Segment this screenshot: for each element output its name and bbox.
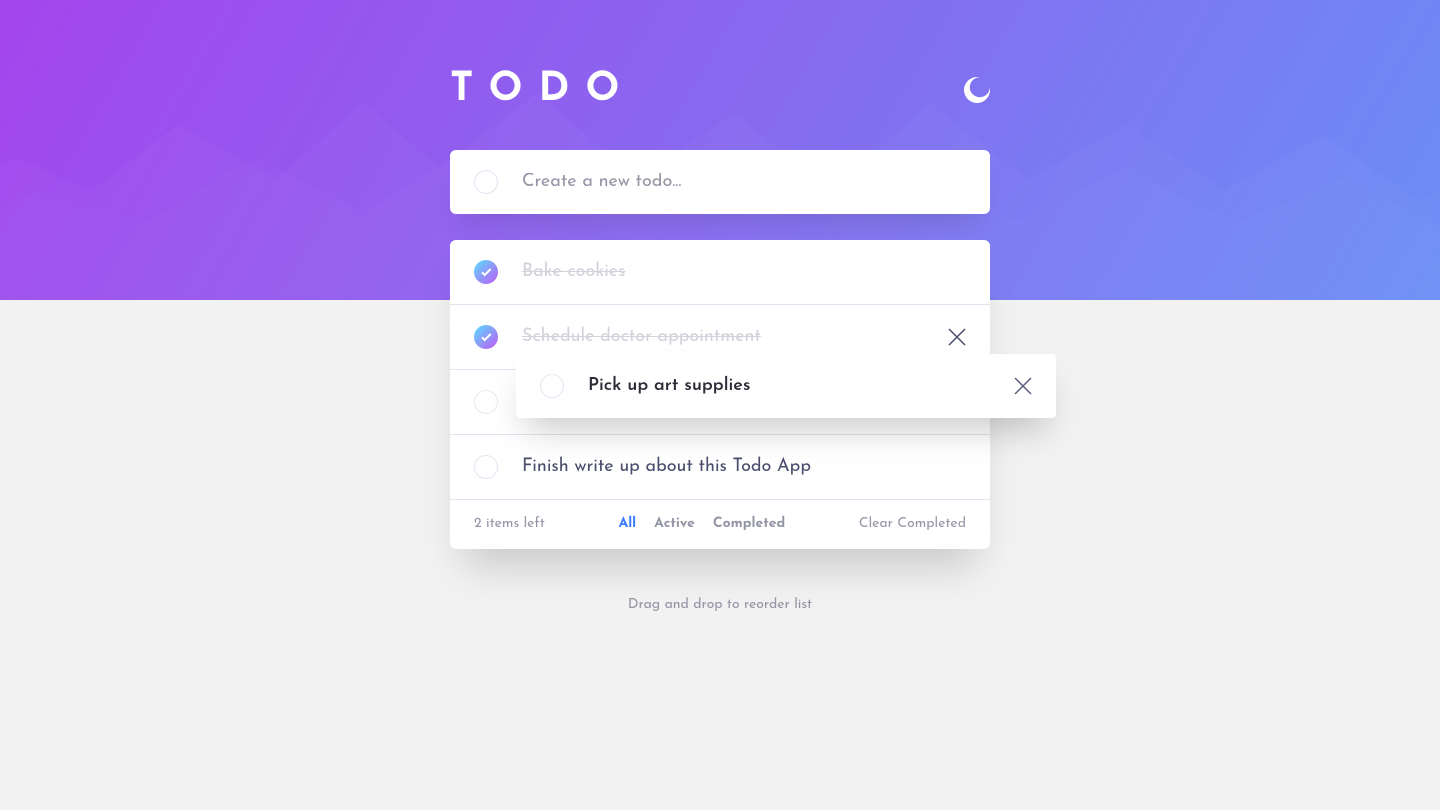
new-todo-input[interactable] (522, 173, 966, 191)
list-footer: 2 items left All Active Completed Clear … (450, 500, 990, 549)
todo-checkbox[interactable] (474, 390, 498, 414)
todo-text: Pick up art supplies (588, 377, 990, 395)
theme-toggle[interactable] (964, 77, 990, 103)
todo-text: Schedule doctor appointment (522, 328, 924, 346)
todo-checkbox[interactable] (540, 374, 564, 398)
todo-item[interactable]: Bake cookies (450, 240, 990, 305)
page-title: TODO (450, 70, 635, 110)
new-todo-circle (474, 170, 498, 194)
filter-group: All Active Completed (545, 516, 859, 531)
clear-completed-button[interactable]: Clear Completed (859, 516, 966, 531)
filter-all[interactable]: All (618, 516, 636, 531)
check-icon (481, 333, 492, 342)
new-todo-input-row[interactable] (450, 150, 990, 214)
close-icon (948, 328, 966, 346)
delete-todo-button[interactable] (1014, 377, 1032, 395)
moon-icon (964, 77, 990, 103)
todo-checkbox[interactable] (474, 455, 498, 479)
items-left-count: 2 items left (474, 516, 545, 531)
todo-item[interactable]: Finish write up about this Todo App (450, 435, 990, 500)
todo-item-dragging[interactable]: Pick up art supplies (516, 354, 1056, 418)
todo-text: Bake cookies (522, 263, 966, 281)
check-icon (481, 268, 492, 277)
filter-completed[interactable]: Completed (713, 516, 785, 531)
todo-checkbox[interactable] (474, 260, 498, 284)
filter-active[interactable]: Active (654, 516, 695, 531)
drag-hint-text: Drag and drop to reorder list (450, 597, 990, 612)
todo-checkbox[interactable] (474, 325, 498, 349)
close-icon (1014, 377, 1032, 395)
todo-text: Finish write up about this Todo App (522, 458, 966, 476)
delete-todo-button[interactable] (948, 328, 966, 346)
